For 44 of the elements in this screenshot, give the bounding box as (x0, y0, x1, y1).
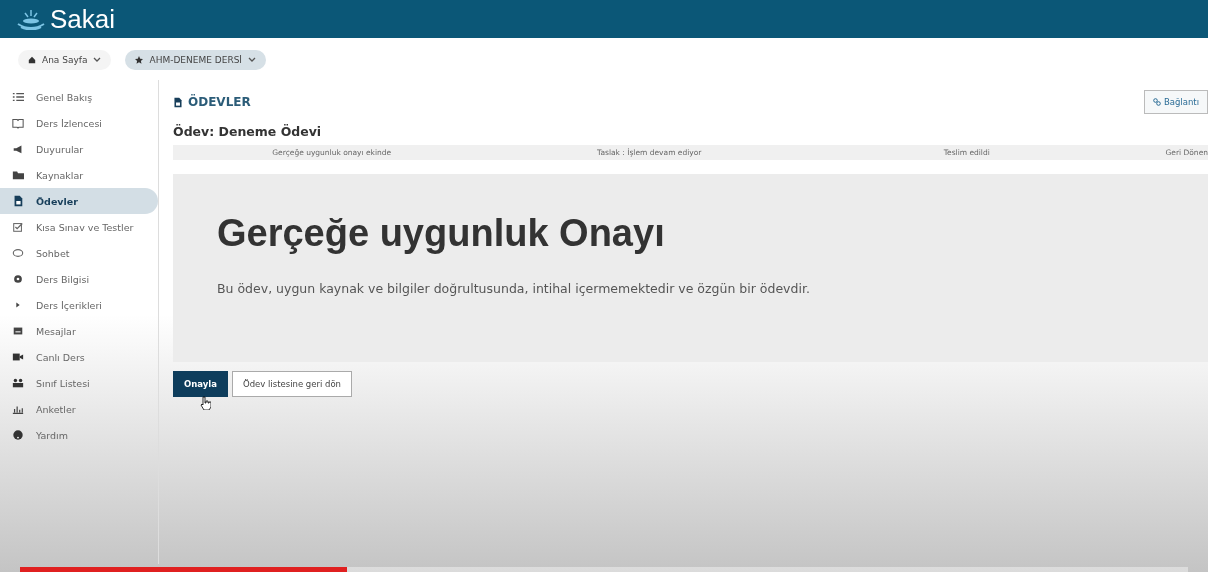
sidebar-item[interactable]: Duyurular (0, 136, 158, 162)
sidebar-item[interactable]: Ders İzlencesi (0, 110, 158, 136)
sidebar-item[interactable]: Anketler (0, 396, 158, 422)
video-icon (12, 351, 24, 363)
video-progress-track[interactable] (20, 567, 1188, 572)
link-icon (1152, 98, 1161, 106)
sidebar-item[interactable]: Genel Bakış (0, 84, 158, 110)
home-icon (28, 56, 36, 64)
sidebar-item[interactable]: Kısa Sınav ve Testler (0, 214, 158, 240)
chevron-icon (248, 57, 256, 63)
chart-icon (12, 403, 24, 415)
inbox-icon (12, 325, 24, 337)
back-button[interactable]: Ödev listesine geri dön (231, 371, 352, 397)
book-icon (12, 117, 24, 129)
sidebar-item[interactable]: Sınıf Listesi (0, 370, 158, 396)
sidebar-item[interactable]: Ödevler (0, 188, 158, 214)
hand-cursor-icon (200, 396, 211, 410)
file-icon (12, 195, 24, 207)
panel-heading: Gerçeğe uygunluk Onayı (217, 212, 666, 255)
logo-icon (16, 8, 46, 30)
sidebar-item[interactable]: Yardım (0, 422, 158, 448)
sidebar-item[interactable]: Sohbet (0, 240, 158, 266)
tool-title: ÖDEVLER (188, 95, 251, 109)
logo-text[interactable]: Sakai (50, 3, 116, 35)
assignment-title: Ödev: Deneme Ödevi (173, 124, 323, 139)
breadcrumb-button[interactable]: Ana Sayfa (18, 50, 112, 70)
chevron-icon (93, 57, 102, 63)
list-icon (12, 91, 24, 103)
sidebar-item[interactable]: Ders İçerikleri (0, 292, 158, 318)
confirm-button[interactable]: Onayla (173, 371, 228, 397)
folder-icon (12, 169, 24, 181)
sidebar-item[interactable]: Kaynaklar (0, 162, 158, 188)
chat-icon (12, 247, 24, 259)
users-icon (12, 377, 24, 389)
check-icon (12, 221, 24, 233)
megaphone-icon (12, 143, 24, 155)
file-icon (173, 96, 183, 108)
sidebar-item[interactable]: Canlı Ders (0, 344, 158, 370)
link-button[interactable]: Bağlantı (1143, 90, 1208, 114)
star-icon (135, 56, 144, 64)
breadcrumb-button[interactable]: AHM-DENEME DERSİ (125, 50, 266, 70)
panel-text: Bu ödev, uygun kaynak ve bilgiler doğrultusunda, intihal içermemektedir ve özgün bir ödevdir. (217, 281, 811, 296)
sidebar-item[interactable]: Ders Bilgisi (0, 266, 158, 292)
sidebar-item[interactable]: Mesajlar (0, 318, 158, 344)
